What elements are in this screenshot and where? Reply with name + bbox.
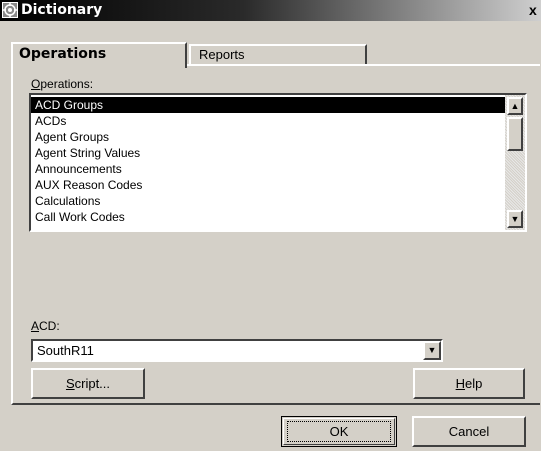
dictionary-app-icon	[2, 2, 18, 18]
list-item[interactable]: ACDs	[31, 113, 505, 129]
list-item[interactable]: Announcements	[31, 161, 505, 177]
tab-reports[interactable]: Reports	[189, 44, 367, 64]
operations-list: ACD Groups ACDs Agent Groups Agent String V…	[31, 97, 505, 225]
title-bar[interactable]: Dictionary x	[0, 0, 541, 21]
list-item[interactable]: ACD Groups	[31, 97, 505, 113]
operations-listbox[interactable]: ACD Groups ACDs Agent Groups Agent String V…	[29, 93, 527, 232]
cancel-button[interactable]: Cancel	[412, 416, 526, 447]
acd-select-value: SouthR11	[37, 343, 94, 358]
help-button[interactable]: Help	[413, 368, 525, 399]
tab-operations-label: Operations	[19, 46, 107, 62]
down-arrow-icon[interactable]: ▼	[507, 210, 523, 228]
list-item[interactable]: AUX Reason Codes	[31, 177, 505, 193]
operations-label: Operations:	[31, 77, 94, 91]
up-arrow-icon[interactable]: ▲	[507, 97, 523, 115]
script-button[interactable]: Script...	[31, 368, 145, 399]
ok-button-label: OK	[287, 421, 391, 442]
acd-label: ACD:	[31, 319, 60, 333]
list-item[interactable]: Calculations	[31, 193, 505, 209]
chevron-down-icon[interactable]: ▼	[423, 341, 441, 360]
acd-select[interactable]: SouthR11 ▼	[31, 339, 443, 362]
vertical-scrollbar[interactable]: ▲ ▼	[505, 95, 525, 230]
close-icon[interactable]: x	[529, 2, 541, 19]
window-title: Dictionary	[21, 2, 103, 18]
list-item[interactable]: Agent String Values	[31, 145, 505, 161]
scroll-thumb[interactable]	[507, 117, 523, 151]
list-item[interactable]: Agent Groups	[31, 129, 505, 145]
list-item[interactable]: Call Work Codes	[31, 209, 505, 225]
tab-reports-label: Reports	[199, 47, 245, 62]
dictionary-window: Dictionary x Operations Reports Operatio…	[0, 0, 541, 451]
ok-button[interactable]: OK	[281, 416, 397, 447]
tab-operations[interactable]: Operations	[11, 42, 187, 68]
